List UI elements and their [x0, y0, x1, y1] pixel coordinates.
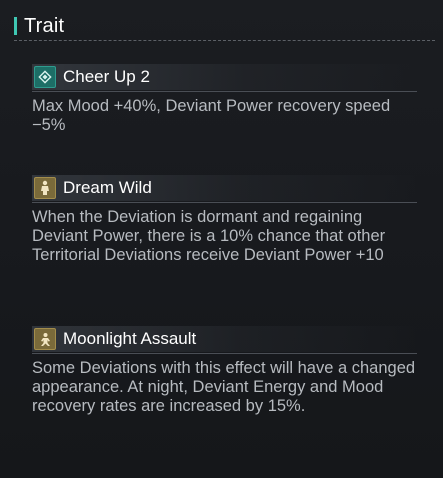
- trait-divider: [32, 91, 417, 92]
- trait-divider: [32, 353, 417, 354]
- trait-panel: Trait Cheer Up 2 Max Mood +40%, Deviant …: [0, 0, 443, 478]
- trait-description: Max Mood +40%, Deviant Power recovery sp…: [32, 97, 391, 134]
- diamond-icon: [34, 66, 56, 88]
- trait-item-moonlight-assault[interactable]: Moonlight Assault Some Deviations with t…: [32, 326, 417, 416]
- trait-description: When the Deviation is dormant and regain…: [32, 208, 386, 264]
- section-header: Trait: [14, 12, 64, 40]
- header-divider: [14, 40, 435, 41]
- trait-header: Cheer Up 2: [32, 64, 417, 90]
- trait-header: Moonlight Assault: [32, 326, 417, 352]
- trait-item-dream-wild[interactable]: Dream Wild When the Deviation is dormant…: [32, 175, 417, 265]
- section-title: Trait: [24, 14, 65, 37]
- assault-figure-icon: [34, 328, 56, 350]
- trait-name: Dream Wild: [63, 178, 152, 197]
- trait-header: Dream Wild: [32, 175, 417, 201]
- trait-name: Cheer Up 2: [63, 67, 150, 86]
- header-accent-bar: [14, 17, 17, 35]
- trait-description: Some Deviations with this effect will ha…: [32, 359, 416, 415]
- trait-divider: [32, 202, 417, 203]
- trait-item-cheer-up[interactable]: Cheer Up 2 Max Mood +40%, Deviant Power …: [32, 64, 417, 135]
- figure-icon: [34, 177, 56, 199]
- trait-name: Moonlight Assault: [63, 329, 197, 348]
